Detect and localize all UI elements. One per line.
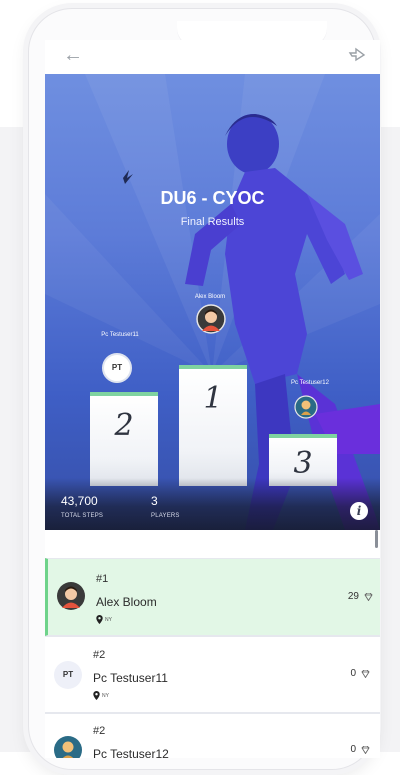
third-place-name: Pc Testuser12 <box>291 380 329 386</box>
share-icon[interactable] <box>348 47 366 63</box>
total-steps-value: 43,700 <box>61 494 98 508</box>
player-location: NY <box>105 617 112 623</box>
list-spacer <box>45 530 380 558</box>
rank-label: #2 <box>93 649 106 661</box>
players-value: 3 <box>151 494 158 508</box>
total-steps-label: TOTAL STEPS <box>61 513 104 519</box>
players-label: PLAYERS <box>151 513 180 519</box>
gem-icon <box>361 746 370 754</box>
results-hero: DU6 - CYOC Final Results Pc Testuser11 P… <box>45 74 380 530</box>
back-arrow-icon[interactable]: ← <box>63 44 83 67</box>
player-score: 0 <box>350 744 356 755</box>
location-pin-icon <box>96 615 103 624</box>
leaderboard-row-1[interactable]: #1 Alex Bloom NY 29 <box>45 558 380 636</box>
third-place-number: 3 <box>293 446 313 481</box>
first-place-avatar <box>196 304 226 334</box>
rank-label: #1 <box>96 573 109 585</box>
third-place-avatar <box>294 395 318 419</box>
scrollbar[interactable] <box>375 530 378 548</box>
player-score: 0 <box>350 668 356 679</box>
player-avatar: PT <box>54 661 82 689</box>
top-bar: ← <box>45 40 380 74</box>
gem-icon <box>364 593 373 601</box>
leaderboard-row-2[interactable]: PT #2 Pc Testuser11 NY 0 <box>45 636 380 714</box>
first-place-name: Alex Bloom <box>194 294 226 300</box>
second-place-name: Pc Testuser11 <box>101 332 139 338</box>
player-name: Pc Testuser11 <box>93 671 168 685</box>
event-title: DU6 - CYOC <box>160 188 265 208</box>
player-avatar <box>54 736 82 758</box>
player-name: Alex Bloom <box>96 595 157 609</box>
second-place-number: 2 <box>114 408 134 443</box>
first-place-number: 1 <box>203 381 223 416</box>
player-avatar <box>57 582 85 610</box>
player-name: Pc Testuser12 <box>93 747 169 758</box>
location-pin-icon <box>93 691 100 700</box>
player-score: 29 <box>347 591 359 602</box>
gem-icon <box>361 670 370 678</box>
player-location: NY <box>102 693 109 699</box>
app-screen: ← DU6 - CYOC Final Results Pc Testuser11… <box>45 40 380 758</box>
info-icon[interactable]: i <box>350 502 368 520</box>
event-subtitle: Final Results <box>180 216 245 228</box>
first-place-podium: 1 <box>179 365 247 486</box>
leaderboard-row-3[interactable]: #2 Pc Testuser12 NY 0 <box>45 712 380 758</box>
second-place-podium: 2 <box>90 392 158 486</box>
stats-bar: 43,700 TOTAL STEPS 3 PLAYERS <box>45 478 380 530</box>
second-place-avatar: PT <box>102 353 132 383</box>
rank-label: #2 <box>93 725 106 737</box>
